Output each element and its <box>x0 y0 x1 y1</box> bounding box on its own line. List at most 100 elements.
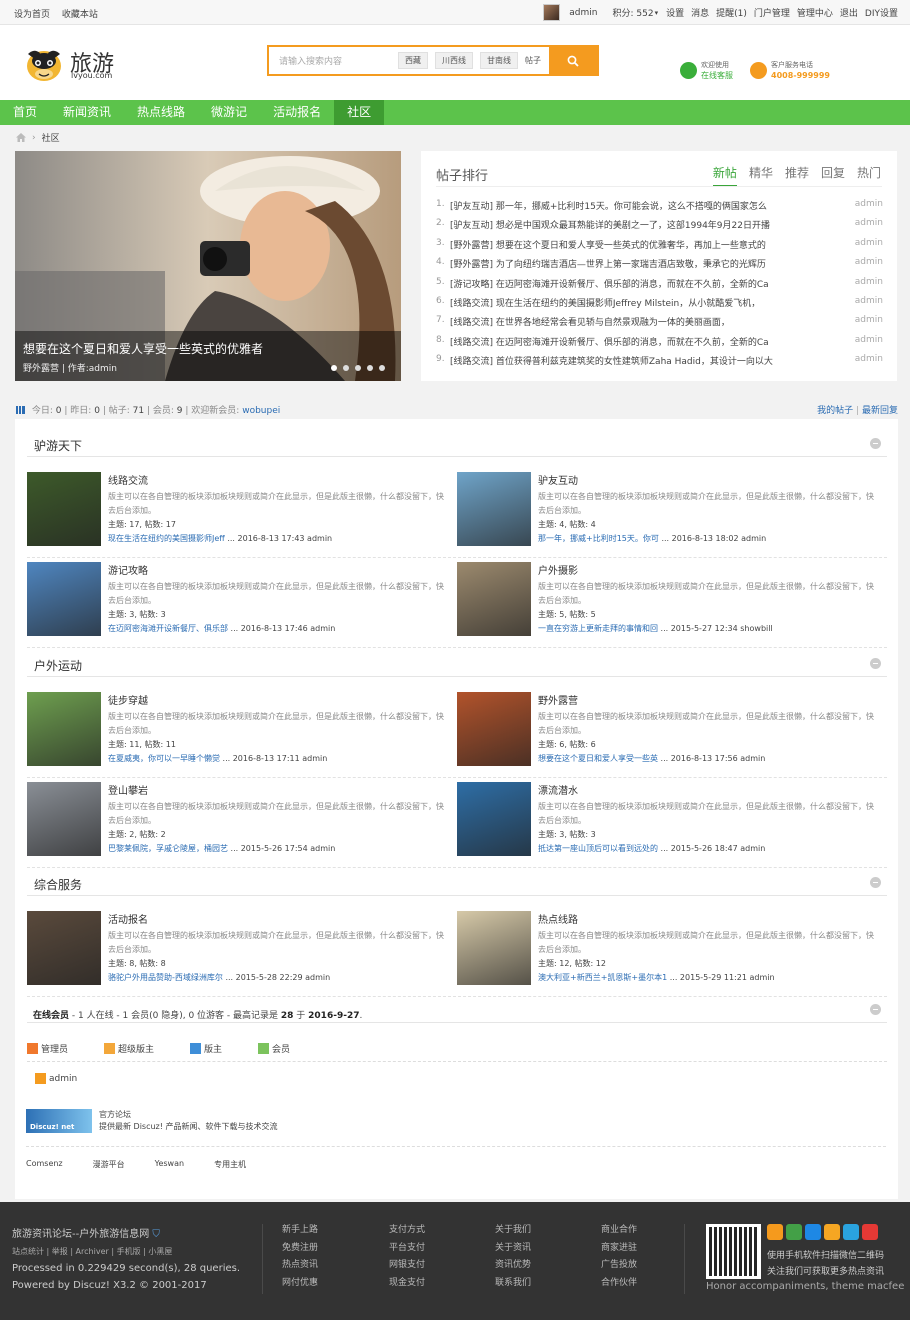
collapse-icon[interactable] <box>870 438 881 449</box>
footer-link[interactable]: 商业合作 <box>601 1222 637 1240</box>
search-tag-gannan[interactable]: 甘南线 <box>480 52 518 69</box>
rank-post-title[interactable]: [野外露营] 为了向纽约瑞吉酒店—世界上第一家瑞吉酒店致敬，秉承它的光辉历 <box>450 257 843 276</box>
rank-post-title[interactable]: [线路交流] 在世界各地经常会看见轿与自然景观融为一体的美丽画面， <box>450 315 843 334</box>
tab-recommend[interactable]: 推荐 <box>785 164 809 187</box>
tencent-weibo-icon[interactable] <box>843 1224 859 1240</box>
online-user-name[interactable]: admin <box>49 1074 77 1084</box>
tab-hot[interactable]: 热门 <box>857 164 881 187</box>
tab-new-posts[interactable]: 新帖 <box>712 164 737 187</box>
reminder-link[interactable]: 提醒(1) <box>716 6 747 19</box>
online-user[interactable]: admin <box>35 1073 77 1084</box>
rank-author[interactable]: admin <box>843 296 883 315</box>
chevron-down-icon[interactable]: ▾ <box>655 9 659 17</box>
tab-replies[interactable]: 回复 <box>821 164 845 187</box>
last-post-link[interactable]: 现在生活在纽约的美国摄影师Jeff <box>108 534 225 543</box>
last-post-link[interactable]: 澳大利亚+新西兰+凯恩斯+墨尔本1 <box>538 973 667 982</box>
newest-member-link[interactable]: wobupei <box>242 406 280 416</box>
slide-dot[interactable] <box>355 365 361 371</box>
footer-link[interactable]: 平台支付 <box>389 1240 425 1258</box>
forum-thumbnail[interactable] <box>27 472 101 546</box>
rank-author[interactable]: admin <box>843 354 883 373</box>
rank-post-title[interactable]: [驴友互动] 想必是中国观众最耳熟能详的美剧之一了，这部1994年9月22日开播 <box>450 218 843 237</box>
footer-link[interactable]: 合作伙伴 <box>601 1275 637 1293</box>
rank-author[interactable]: admin <box>843 277 883 296</box>
forum-thumbnail[interactable] <box>27 911 101 985</box>
rank-post-title[interactable]: [线路交流] 在迈阿密海滩开设新餐厅、俱乐部的消息，而就在不久前，全新的Ca <box>450 335 843 354</box>
logout-link[interactable]: 退出 <box>840 6 858 19</box>
forum-name[interactable]: 线路交流 <box>108 472 448 487</box>
forum-thumbnail[interactable] <box>457 472 531 546</box>
last-post-link[interactable]: 那一年，挪威+比利时15天。你可 <box>538 534 659 543</box>
link-manyou[interactable]: 漫游平台 <box>93 1159 125 1170</box>
featured-slideshow[interactable]: 想要在这个夏日和爱人享受一些英式的优雅者 野外露营 | 作者:admin <box>15 151 401 381</box>
search-type-select[interactable]: 帖子 <box>525 55 541 66</box>
search-tag-tibet[interactable]: 西藏 <box>398 52 428 69</box>
forum-thumbnail[interactable] <box>27 562 101 636</box>
forum-thumbnail[interactable] <box>457 562 531 636</box>
footer-link[interactable]: 商家进驻 <box>601 1240 637 1258</box>
forum-name[interactable]: 游记攻略 <box>108 562 448 577</box>
cow-logo-icon[interactable] <box>24 44 64 84</box>
rank-post-title[interactable]: [线路交流] 现在生活在纽约的美国摄影师Jeffrey Milstein，从小就… <box>450 296 843 315</box>
collapse-icon[interactable] <box>870 1004 881 1015</box>
admin-center-link[interactable]: 管理中心 <box>797 6 833 19</box>
footer-link[interactable]: 现金支付 <box>389 1275 425 1293</box>
official-title[interactable]: 官方论坛 <box>99 1109 278 1121</box>
slide-dot[interactable] <box>367 365 373 371</box>
nav-events[interactable]: 活动报名 <box>260 100 334 125</box>
collapse-icon[interactable] <box>870 877 881 888</box>
footer-sub-links[interactable]: 站点统计 | 举报 | Archiver | 手机版 | 小黑屋 <box>12 1243 240 1260</box>
tab-essence[interactable]: 精华 <box>749 164 773 187</box>
footer-link[interactable]: 网银支付 <box>389 1257 425 1275</box>
nav-news[interactable]: 新闻资讯 <box>50 100 124 125</box>
set-homepage-link[interactable]: 设为首页 <box>14 10 50 20</box>
footer-link[interactable]: 关于资讯 <box>495 1240 531 1258</box>
footer-link[interactable]: 资讯优势 <box>495 1257 531 1275</box>
category-title[interactable]: 综合服务 <box>34 876 82 893</box>
home-icon[interactable] <box>16 133 26 142</box>
search-input[interactable]: 请输入搜索内容 <box>269 54 398 67</box>
last-post-link[interactable]: 骆驼户外用品赞助-西域绿洲库尔 <box>108 973 223 982</box>
last-post-link[interactable]: 在夏威夷，你可以一早睡个懒觉 <box>108 754 220 763</box>
last-post-link[interactable]: 巴黎莱佩院，孚戚仑陵屋，桶园艺 <box>108 844 228 853</box>
rank-post-title[interactable]: [驴友互动] 那一年，挪威+比利时15天。你可能会说，这么不搭嘎的俩国家怎么 <box>450 199 843 218</box>
douban-icon[interactable] <box>786 1224 802 1240</box>
forum-name[interactable]: 驴友互动 <box>538 472 878 487</box>
last-post-link[interactable]: 在迈阿密海滩开设新餐厅、俱乐部 <box>108 624 228 633</box>
bookmark-link[interactable]: 收藏本站 <box>62 10 98 20</box>
forum-thumbnail[interactable] <box>27 782 101 856</box>
rank-author[interactable]: admin <box>843 257 883 276</box>
forum-thumbnail[interactable] <box>457 782 531 856</box>
portal-manage-link[interactable]: 门户管理 <box>754 6 790 19</box>
rank-post-title[interactable]: [游记攻略] 在迈阿密海滩开设新餐厅、俱乐部的消息，而就在不久前，全新的Ca <box>450 277 843 296</box>
rank-author[interactable]: admin <box>843 315 883 334</box>
footer-link[interactable]: 支付方式 <box>389 1222 425 1240</box>
last-post-link[interactable]: 抵达第一座山顶后可以看到远处的 <box>538 844 658 853</box>
forum-name[interactable]: 野外露营 <box>538 692 878 707</box>
link-yeswan[interactable]: Yeswan <box>155 1159 184 1170</box>
link-comsenz[interactable]: Comsenz <box>26 1159 63 1170</box>
messages-link[interactable]: 消息 <box>691 6 709 19</box>
footer-link[interactable]: 联系我们 <box>495 1275 531 1293</box>
forum-name[interactable]: 漂流潜水 <box>538 782 878 797</box>
points-link[interactable]: 积分: 552 <box>612 6 653 19</box>
slide-dot[interactable] <box>331 365 337 371</box>
rank-author[interactable]: admin <box>843 199 883 218</box>
forum-name[interactable]: 徒步穿越 <box>108 692 448 707</box>
diy-settings-link[interactable]: DIY设置 <box>865 6 898 19</box>
footer-site-name[interactable]: 旅游资讯论坛--户外旅游信息网 <box>12 1229 149 1240</box>
rss-icon[interactable] <box>767 1224 783 1240</box>
last-post-link[interactable]: 想要在这个夏日和爱人享受一些英 <box>538 754 658 763</box>
breadcrumb-current[interactable]: 社区 <box>42 131 60 144</box>
search-tag-chuanxi[interactable]: 川西线 <box>435 52 473 69</box>
nav-home[interactable]: 首页 <box>0 100 50 125</box>
forum-thumbnail[interactable] <box>457 692 531 766</box>
user-avatar[interactable] <box>543 4 561 21</box>
rank-author[interactable]: admin <box>843 238 883 257</box>
rank-author[interactable]: admin <box>843 218 883 237</box>
slide-dot[interactable] <box>379 365 385 371</box>
footer-link[interactable]: 热点资讯 <box>282 1257 318 1275</box>
footer-link[interactable]: 新手上路 <box>282 1222 318 1240</box>
legend-item[interactable]: 管理员 <box>27 1042 86 1055</box>
forum-name[interactable]: 活动报名 <box>108 911 448 926</box>
